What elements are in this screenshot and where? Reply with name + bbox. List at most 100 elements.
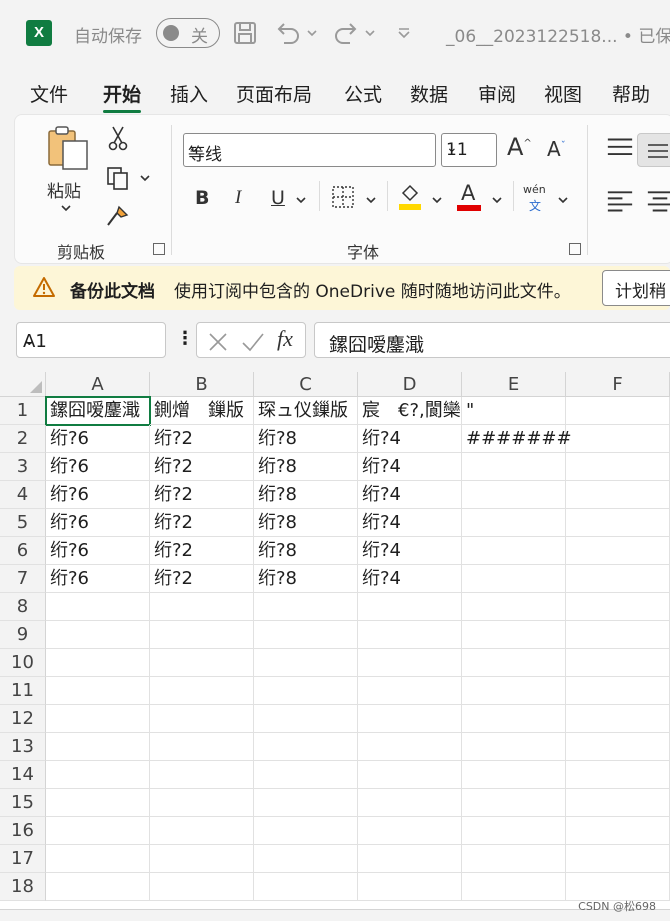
cell[interactable] xyxy=(150,621,254,649)
insert-function-icon[interactable]: fx xyxy=(277,326,293,352)
cell[interactable] xyxy=(358,789,462,817)
cell[interactable] xyxy=(46,649,150,677)
paste-dropdown-icon[interactable] xyxy=(60,203,72,213)
more-options-icon[interactable]: ⋮ xyxy=(176,328,194,349)
font-dialog-launcher-icon[interactable] xyxy=(569,243,581,255)
font-color-dropdown-icon[interactable] xyxy=(491,195,503,205)
undo-dropdown-icon[interactable] xyxy=(306,28,318,38)
paste-label[interactable]: 粘贴 xyxy=(47,177,81,202)
cell[interactable] xyxy=(46,873,150,901)
cell[interactable]: 绗?8 xyxy=(254,453,358,481)
tab-review[interactable]: 审阅 xyxy=(478,80,516,107)
cell[interactable] xyxy=(566,425,670,453)
enter-icon[interactable] xyxy=(241,331,265,353)
column-header[interactable]: C xyxy=(254,372,358,397)
cell[interactable] xyxy=(462,593,566,621)
copy-icon[interactable] xyxy=(105,165,131,191)
tab-insert[interactable]: 插入 xyxy=(170,80,208,107)
align-center-icon[interactable] xyxy=(643,185,670,219)
cell[interactable]: 绗?4 xyxy=(358,481,462,509)
borders-icon[interactable] xyxy=(331,185,355,209)
cell[interactable]: 绗?2 xyxy=(150,565,254,593)
format-painter-icon[interactable] xyxy=(105,203,131,229)
row-header[interactable]: 7 xyxy=(0,565,46,593)
cell[interactable] xyxy=(46,621,150,649)
row-header[interactable]: 14 xyxy=(0,761,46,789)
cell[interactable]: 鍘熷 鏁版 xyxy=(150,397,254,425)
cell[interactable] xyxy=(46,593,150,621)
cell[interactable] xyxy=(46,789,150,817)
cell[interactable] xyxy=(566,397,670,425)
schedule-backup-button[interactable]: 计划稍 xyxy=(602,270,670,306)
row-header[interactable]: 5 xyxy=(0,509,46,537)
column-header[interactable]: F xyxy=(566,372,670,397)
cell[interactable]: 绗?6 xyxy=(46,425,150,453)
cut-icon[interactable] xyxy=(107,125,129,151)
cell[interactable]: ####### xyxy=(462,425,572,453)
column-header[interactable]: E xyxy=(462,372,566,397)
cell[interactable] xyxy=(46,845,150,873)
row-header[interactable]: 6 xyxy=(0,537,46,565)
cell[interactable] xyxy=(566,761,670,789)
row-header[interactable]: 15 xyxy=(0,789,46,817)
cell[interactable] xyxy=(462,481,566,509)
cell[interactable]: 绗?8 xyxy=(254,481,358,509)
cell[interactable] xyxy=(462,621,566,649)
cell[interactable]: 绗?4 xyxy=(358,537,462,565)
underline-dropdown-icon[interactable] xyxy=(295,195,307,205)
tab-data[interactable]: 数据 xyxy=(410,80,448,107)
cell[interactable] xyxy=(150,789,254,817)
cell[interactable] xyxy=(150,705,254,733)
cell[interactable] xyxy=(462,677,566,705)
cell[interactable] xyxy=(462,817,566,845)
cell[interactable]: 绗?8 xyxy=(254,537,358,565)
cell[interactable] xyxy=(46,705,150,733)
cell[interactable]: 绗?6 xyxy=(46,453,150,481)
row-header[interactable]: 12 xyxy=(0,705,46,733)
cell[interactable] xyxy=(46,733,150,761)
cell[interactable] xyxy=(566,705,670,733)
save-icon[interactable] xyxy=(232,20,258,46)
cell[interactable] xyxy=(150,593,254,621)
cell[interactable] xyxy=(358,817,462,845)
paste-icon[interactable] xyxy=(45,125,91,171)
decrease-font-size-icon[interactable]: Aˇ xyxy=(547,137,566,161)
copy-dropdown-icon[interactable] xyxy=(139,173,151,183)
cell[interactable] xyxy=(254,761,358,789)
cell[interactable]: 绗?6 xyxy=(46,481,150,509)
cell[interactable] xyxy=(462,453,566,481)
cell[interactable]: 绗?6 xyxy=(46,565,150,593)
fill-color-icon[interactable] xyxy=(397,181,423,211)
cell[interactable]: 绗?8 xyxy=(254,509,358,537)
cell[interactable] xyxy=(254,817,358,845)
cell[interactable]: 绗?4 xyxy=(358,453,462,481)
cell[interactable] xyxy=(358,621,462,649)
tab-formulas[interactable]: 公式 xyxy=(344,80,382,107)
align-left-icon[interactable] xyxy=(603,185,637,219)
cell[interactable] xyxy=(566,481,670,509)
tab-view[interactable]: 视图 xyxy=(544,80,582,107)
cell[interactable] xyxy=(254,733,358,761)
cell[interactable] xyxy=(566,565,670,593)
font-color-icon[interactable]: A xyxy=(461,181,475,205)
cell[interactable] xyxy=(462,649,566,677)
cell[interactable] xyxy=(358,649,462,677)
autosave-toggle[interactable]: 关 xyxy=(156,18,220,48)
phonetic-dropdown-icon[interactable] xyxy=(557,195,569,205)
font-size-select[interactable]: 11 ⌄ xyxy=(441,133,497,167)
row-header[interactable]: 8 xyxy=(0,593,46,621)
cell[interactable] xyxy=(254,593,358,621)
cell[interactable] xyxy=(358,733,462,761)
column-header[interactable]: A xyxy=(46,372,150,397)
cell[interactable]: 绗?8 xyxy=(254,565,358,593)
customize-toolbar-icon[interactable] xyxy=(396,26,412,40)
row-header[interactable]: 17 xyxy=(0,845,46,873)
cell[interactable] xyxy=(566,789,670,817)
row-header[interactable]: 10 xyxy=(0,649,46,677)
cell[interactable] xyxy=(462,761,566,789)
column-header[interactable]: D xyxy=(358,372,462,397)
cell[interactable]: 绗?6 xyxy=(46,509,150,537)
phonetic-guide-icon[interactable]: 文 xyxy=(529,197,541,214)
cell[interactable]: 绗?4 xyxy=(358,509,462,537)
row-header[interactable]: 2 xyxy=(0,425,46,453)
